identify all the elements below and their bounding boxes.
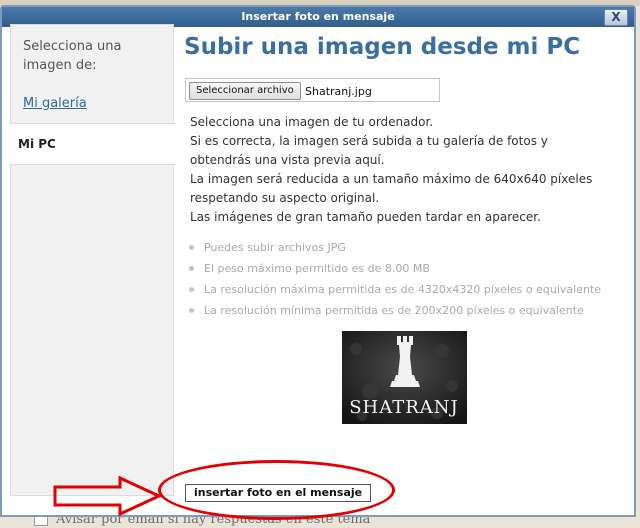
- rule-text: Puedes subir archivos JPG: [204, 241, 346, 254]
- instruction-line: Las imágenes de gran tamaño pueden tarda…: [190, 210, 541, 224]
- upload-rules-list: Puedes subir archivos JPG El peso máximo…: [189, 240, 601, 324]
- select-file-button[interactable]: Seleccionar archivo: [189, 82, 301, 100]
- bullet-icon: [189, 265, 194, 271]
- list-item: El peso máximo permitido es de 8.00 MB: [189, 261, 601, 282]
- bullet-icon: [189, 286, 194, 292]
- annotation-arrow-icon: [53, 475, 163, 517]
- rule-text: La resolución mínima permitida es de 200…: [204, 304, 584, 317]
- sidebar-heading: Selecciona una imagen de:: [23, 39, 122, 73]
- rule-text: La resolución máxima permitida es de 432…: [204, 283, 602, 296]
- rule-text: El peso máximo permitido es de 8.00 MB: [204, 262, 430, 275]
- selected-file-name: Shatranj.jpg: [305, 85, 372, 98]
- list-item: Puedes subir archivos JPG: [189, 240, 601, 261]
- file-input[interactable]: Seleccionar archivo Shatranj.jpg: [185, 78, 440, 102]
- image-preview: SHATRANJ: [342, 331, 467, 424]
- shatranj-logo-image: SHATRANJ: [342, 331, 467, 424]
- logo-text: SHATRANJ: [349, 397, 459, 418]
- upload-instructions: Selecciona una imagen de tu ordenador. S…: [190, 113, 630, 227]
- close-icon: X: [611, 10, 621, 24]
- instruction-line: obtendrás una vista previa aquí.: [190, 153, 385, 167]
- page-title: Subir una imagen desde mi PC: [184, 34, 581, 60]
- instruction-line: La imagen será reducida a un tamaño máxi…: [190, 172, 593, 186]
- insert-photo-button[interactable]: insertar foto en el mensaje: [185, 484, 372, 502]
- list-item: La resolución máxima permitida es de 432…: [189, 282, 601, 303]
- instruction-line: Selecciona una imagen de tu ordenador.: [190, 115, 434, 129]
- instruction-line: Si es correcta, la imagen será subida a …: [190, 134, 548, 148]
- dialog-title: Insertar foto en mensaje: [241, 10, 395, 23]
- list-item: La resolución mínima permitida es de 200…: [189, 303, 601, 324]
- sidebar-item-label: Mi PC: [18, 137, 56, 151]
- sidebar-item-my-pc[interactable]: Mi PC: [10, 123, 176, 165]
- bullet-icon: [189, 307, 194, 313]
- source-sidebar: Selecciona una imagen de: Mi galería Mi …: [10, 24, 176, 496]
- close-button[interactable]: X: [604, 9, 628, 26]
- sidebar-item-my-gallery[interactable]: Mi galería: [23, 96, 87, 111]
- instruction-line: respetando su aspecto original.: [190, 191, 380, 205]
- bullet-icon: [189, 244, 194, 250]
